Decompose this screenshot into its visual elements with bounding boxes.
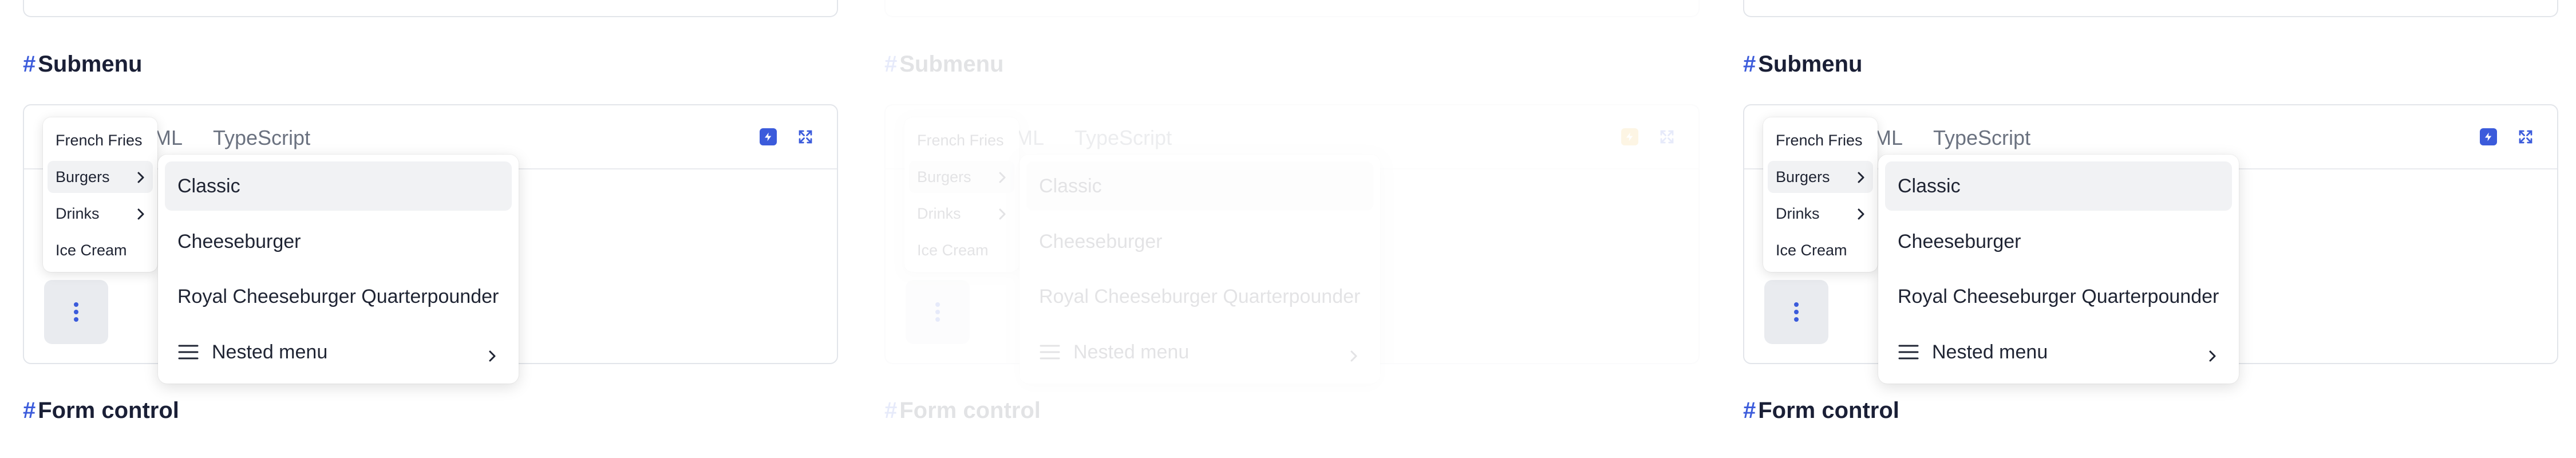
submenu-item-classic[interactable]: Classic — [1026, 161, 1373, 211]
example-panel-left: # Submenu TML TypeScript French Fries Bu… — [23, 0, 850, 458]
submenu-item-classic[interactable]: Classic — [165, 161, 512, 211]
hamburger-icon — [1898, 344, 1919, 361]
menu-level-2: Classic Cheeseburger Royal Cheeseburger … — [1020, 155, 1380, 384]
previous-example-card — [884, 0, 1700, 17]
menu-item-french-fries[interactable]: French Fries — [909, 124, 1014, 156]
submenu-item-cheeseburger[interactable]: Cheeseburger — [1885, 217, 2232, 266]
section-title: Form control — [1758, 398, 1899, 423]
expand-icon[interactable] — [2517, 128, 2534, 145]
section-heading-form-control: # Form control — [884, 398, 1041, 424]
menu-item-drinks[interactable]: Drinks — [48, 198, 153, 230]
menu-item-burgers[interactable]: Burgers — [909, 161, 1014, 193]
kebab-menu-button[interactable] — [44, 280, 108, 344]
section-heading-form-control: # Form control — [23, 398, 179, 424]
zap-icon[interactable] — [2480, 128, 2497, 145]
submenu-item-royal-cheeseburger[interactable]: Royal Cheeseburger Quarterpounder — [165, 272, 512, 321]
submenu-item-royal-cheeseburger[interactable]: Royal Cheeseburger Quarterpounder — [1026, 272, 1373, 321]
more-vertical-icon — [74, 302, 78, 322]
menu-level-1: French Fries Burgers Drinks Ice Cream — [904, 117, 1019, 272]
anchor-hash[interactable]: # — [1743, 398, 1756, 424]
submenu-item-cheeseburger[interactable]: Cheeseburger — [1026, 217, 1373, 266]
section-title: Submenu — [1758, 52, 1863, 77]
menu-item-drinks[interactable]: Drinks — [909, 198, 1014, 230]
menu-level-2: Classic Cheeseburger Royal Cheeseburger … — [158, 155, 519, 384]
submenu-item-nested-menu[interactable]: Nested menu — [1885, 327, 2232, 377]
section-heading-submenu: # Submenu — [1743, 52, 1862, 77]
hamburger-icon — [1039, 344, 1061, 361]
submenu-item-nested-menu[interactable]: Nested menu — [165, 327, 512, 377]
menu-item-french-fries[interactable]: French Fries — [48, 124, 153, 156]
section-title: Form control — [899, 398, 1041, 423]
menu-item-ice-cream[interactable]: Ice Cream — [909, 234, 1014, 266]
section-title: Submenu — [899, 52, 1004, 77]
chevron-right-icon — [488, 346, 497, 368]
section-heading-submenu: # Submenu — [23, 52, 142, 77]
anchor-hash[interactable]: # — [23, 398, 35, 424]
anchor-hash[interactable]: # — [884, 398, 897, 424]
chevron-right-icon — [1857, 170, 1865, 188]
section-heading-submenu: # Submenu — [884, 52, 1003, 77]
chevron-right-icon — [1857, 207, 1865, 224]
kebab-menu-button[interactable] — [906, 280, 970, 344]
anchor-hash[interactable]: # — [1743, 52, 1756, 77]
zap-icon[interactable] — [760, 128, 777, 145]
submenu-item-classic[interactable]: Classic — [1885, 161, 2232, 211]
menu-level-1: French Fries Burgers Drinks Ice Cream — [43, 117, 157, 272]
kebab-menu-button[interactable] — [1764, 280, 1828, 344]
chevron-right-icon — [998, 170, 1006, 188]
menu-item-burgers[interactable]: Burgers — [48, 161, 153, 193]
menu-level-1: French Fries Burgers Drinks Ice Cream — [1763, 117, 1878, 272]
submenu-item-royal-cheeseburger[interactable]: Royal Cheeseburger Quarterpounder — [1885, 272, 2232, 321]
previous-example-card — [23, 0, 838, 17]
submenu-item-nested-menu[interactable]: Nested menu — [1026, 327, 1373, 377]
section-title: Submenu — [38, 52, 143, 77]
chevron-right-icon — [998, 207, 1006, 224]
more-vertical-icon — [1794, 302, 1799, 322]
anchor-hash[interactable]: # — [23, 52, 35, 77]
section-title: Form control — [38, 398, 179, 423]
menu-item-ice-cream[interactable]: Ice Cream — [1768, 234, 1873, 266]
chevron-right-icon — [1349, 346, 1358, 368]
more-vertical-icon — [935, 302, 940, 322]
submenu-item-cheeseburger[interactable]: Cheeseburger — [165, 217, 512, 266]
expand-icon[interactable] — [797, 128, 814, 145]
zap-icon[interactable] — [1621, 128, 1638, 145]
chevron-right-icon — [2208, 346, 2217, 368]
menu-item-burgers[interactable]: Burgers — [1768, 161, 1873, 193]
example-panel-right: # Submenu TML TypeScript French Fries Bu… — [1743, 0, 2570, 458]
anchor-hash[interactable]: # — [884, 52, 897, 77]
tab-typescript[interactable]: TypeScript — [213, 126, 310, 150]
section-heading-form-control: # Form control — [1743, 398, 1899, 424]
menu-item-french-fries[interactable]: French Fries — [1768, 124, 1873, 156]
example-panel-middle: # Submenu TML TypeScript French Fries Bu… — [884, 0, 1712, 458]
menu-level-2: Classic Cheeseburger Royal Cheeseburger … — [1878, 155, 2239, 384]
menu-item-drinks[interactable]: Drinks — [1768, 198, 1873, 230]
tab-typescript[interactable]: TypeScript — [1074, 126, 1172, 150]
chevron-right-icon — [137, 170, 145, 188]
expand-icon[interactable] — [1658, 128, 1676, 145]
hamburger-icon — [177, 344, 199, 361]
previous-example-card — [1743, 0, 2558, 17]
menu-item-ice-cream[interactable]: Ice Cream — [48, 234, 153, 266]
chevron-right-icon — [137, 207, 145, 224]
tab-typescript[interactable]: TypeScript — [1933, 126, 2030, 150]
